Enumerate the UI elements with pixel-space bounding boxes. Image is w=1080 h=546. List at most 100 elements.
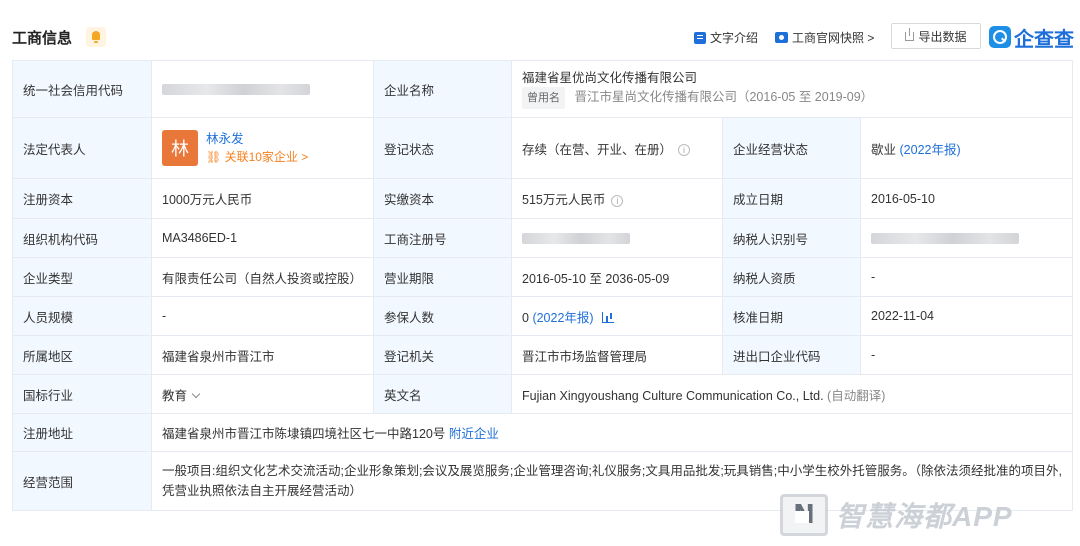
legal-rep-label: 法定代表人	[12, 117, 152, 179]
reg-status-cell: 存续（在营、开业、在册） i	[511, 117, 723, 179]
org-code-value: MA3486ED-1	[151, 218, 374, 258]
insured-report-link[interactable]: (2022年报)	[532, 311, 593, 325]
industry-label: 国标行业	[12, 374, 152, 414]
reg-authority-label: 登记机关	[373, 335, 512, 375]
watermark-logo-icon: N	[780, 494, 828, 536]
text-intro-link[interactable]: 文字介绍	[694, 29, 758, 46]
text-intro-label: 文字介绍	[710, 31, 759, 45]
staff-size-label: 人员规模	[12, 296, 152, 336]
download-icon	[905, 27, 915, 41]
paid-capital-label: 实缴资本	[373, 178, 512, 219]
table-row: 人员规模 - 参保人数 0 (2022年报) 核准日期 2022-11-04	[12, 296, 1073, 336]
insured-label: 参保人数	[373, 296, 512, 336]
info-icon[interactable]: i	[611, 194, 624, 207]
company-type-label: 企业类型	[12, 257, 152, 297]
insured-count: 0	[522, 310, 529, 325]
english-name-label: 英文名	[373, 374, 512, 414]
reg-capital-label: 注册资本	[12, 178, 152, 219]
official-snapshot-link[interactable]: 工商官网快照 >	[775, 29, 874, 46]
table-row: 企业类型 有限责任公司（自然人投资或控股） 营业期限 2016-05-10 至 …	[12, 257, 1073, 297]
related-companies-link[interactable]: ⛓ 关联10家企业 >	[206, 148, 308, 166]
biz-reg-no-value	[511, 218, 723, 258]
company-name-label: 企业名称	[373, 60, 512, 118]
table-row: 注册资本 1000万元人民币 实缴资本 515万元人民币 i 成立日期 2016-…	[12, 178, 1073, 219]
org-code-label: 组织机构代码	[12, 218, 152, 258]
nearby-companies-link[interactable]: 附近企业	[449, 427, 499, 441]
address-cell: 福建省泉州市晋江市陈埭镇四境社区七一中路120号 附近企业	[151, 413, 1073, 452]
bell-icon[interactable]	[86, 27, 106, 47]
english-name-value: Fujian Xingyoushang Culture Communicatio…	[522, 388, 824, 403]
region-value: 福建省泉州市晋江市	[151, 335, 374, 375]
op-status-label: 企业经营状态	[722, 117, 861, 179]
op-status-value: 歇业	[871, 142, 897, 157]
founded-label: 成立日期	[722, 178, 861, 219]
redacted-mask	[871, 233, 1019, 245]
reg-capital-value: 1000万元人民币	[151, 178, 374, 219]
taxpayer-qual-value: -	[860, 257, 1073, 297]
credit-code-value	[151, 60, 374, 118]
op-status-report-link[interactable]: (2022年报)	[900, 143, 961, 157]
redacted-mask	[162, 84, 310, 96]
approval-date-label: 核准日期	[722, 296, 861, 336]
legal-rep-cell: 林 林永发 ⛓ 关联10家企业 >	[151, 117, 374, 179]
avatar[interactable]: 林	[162, 130, 198, 166]
table-row: 国标行业 教育 英文名 Fujian Xingyoushang Culture …	[12, 374, 1073, 414]
import-export-label: 进出口企业代码	[722, 335, 861, 375]
auto-translate-note: (自动翻译)	[827, 388, 886, 403]
watermark: N 智慧海都APP	[780, 492, 1070, 538]
related-companies-label: 关联10家企业 >	[224, 150, 309, 164]
table-row: 所属地区 福建省泉州市晋江市 登记机关 晋江市市场监督管理局 进出口企业代码 -	[12, 335, 1073, 375]
op-status-cell: 歇业 (2022年报)	[860, 117, 1073, 179]
camera-icon	[775, 32, 788, 43]
document-icon	[694, 31, 706, 44]
watermark-text: 智慧海都APP	[836, 501, 1013, 532]
industry-cell[interactable]: 教育	[151, 374, 374, 414]
reg-status-value: 存续（在营、开业、在册）	[522, 142, 673, 157]
taxpayer-qual-label: 纳税人资质	[722, 257, 861, 297]
link-icon: ⛓	[206, 150, 222, 164]
old-name-tag: 曾用名	[522, 87, 565, 109]
table-row: 法定代表人 林 林永发 ⛓ 关联10家企业 > 登记状态 存续（在营、开业、在册…	[12, 117, 1073, 179]
staff-size-value: -	[151, 296, 374, 336]
paid-capital-value: 515万元人民币	[522, 193, 606, 207]
biz-term-value: 2016-05-10 至 2036-05-09	[511, 257, 723, 297]
address-label: 注册地址	[12, 413, 152, 452]
paid-capital-cell: 515万元人民币 i	[511, 178, 723, 219]
reg-status-label: 登记状态	[373, 117, 512, 179]
table-row: 注册地址 福建省泉州市晋江市陈埭镇四境社区七一中路120号 附近企业	[12, 413, 1073, 452]
qichacha-logo-icon	[989, 26, 1011, 48]
legal-rep-name[interactable]: 林永发	[206, 130, 308, 148]
biz-term-label: 营业期限	[373, 257, 512, 297]
old-name: 晋江市星尚文化传播有限公司（2016-05 至 2019-09）	[574, 90, 874, 104]
region-label: 所属地区	[12, 335, 152, 375]
export-data-button[interactable]: 导出数据	[891, 23, 981, 49]
qichacha-logo: 企查查	[989, 23, 1074, 51]
official-snapshot-label: 工商官网快照 >	[792, 31, 875, 45]
approval-date-value: 2022-11-04	[860, 296, 1073, 336]
insured-cell: 0 (2022年报)	[511, 296, 723, 336]
logo-text: 企查查	[1014, 28, 1074, 51]
taxpayer-id-value	[860, 218, 1073, 258]
address-value: 福建省泉州市晋江市陈埭镇四境社区七一中路120号	[162, 427, 446, 441]
export-data-label: 导出数据	[918, 29, 967, 44]
credit-code-label: 统一社会信用代码	[12, 60, 152, 118]
business-info-table: 统一社会信用代码 企业名称 福建省星优尚文化传播有限公司 曾用名 晋江市星尚文化…	[12, 60, 1073, 511]
redacted-mask	[522, 233, 630, 245]
table-row: 组织机构代码 MA3486ED-1 工商注册号 纳税人识别号	[12, 218, 1073, 258]
founded-value: 2016-05-10	[860, 178, 1073, 219]
import-export-value: -	[860, 335, 1073, 375]
section-header: 工商信息 文字介绍 工商官网快照 > 导出数据 企查查	[0, 0, 1080, 56]
taxpayer-id-label: 纳税人识别号	[722, 218, 861, 258]
english-name-cell: Fujian Xingyoushang Culture Communicatio…	[511, 374, 1073, 414]
table-row: 统一社会信用代码 企业名称 福建省星优尚文化传播有限公司 曾用名 晋江市星尚文化…	[12, 60, 1073, 118]
scope-label: 经营范围	[12, 451, 152, 511]
section-title: 工商信息	[12, 30, 73, 47]
biz-reg-no-label: 工商注册号	[373, 218, 512, 258]
chart-icon[interactable]	[601, 311, 614, 323]
reg-authority-value: 晋江市市场监督管理局	[511, 335, 723, 375]
industry-value: 教育	[162, 388, 188, 403]
company-type-value: 有限责任公司（自然人投资或控股）	[151, 257, 374, 297]
company-name-cell: 福建省星优尚文化传播有限公司 曾用名 晋江市星尚文化传播有限公司（2016-05…	[511, 60, 1073, 118]
company-name[interactable]: 福建省星优尚文化传播有限公司	[522, 69, 1062, 87]
info-icon[interactable]: i	[678, 144, 691, 157]
